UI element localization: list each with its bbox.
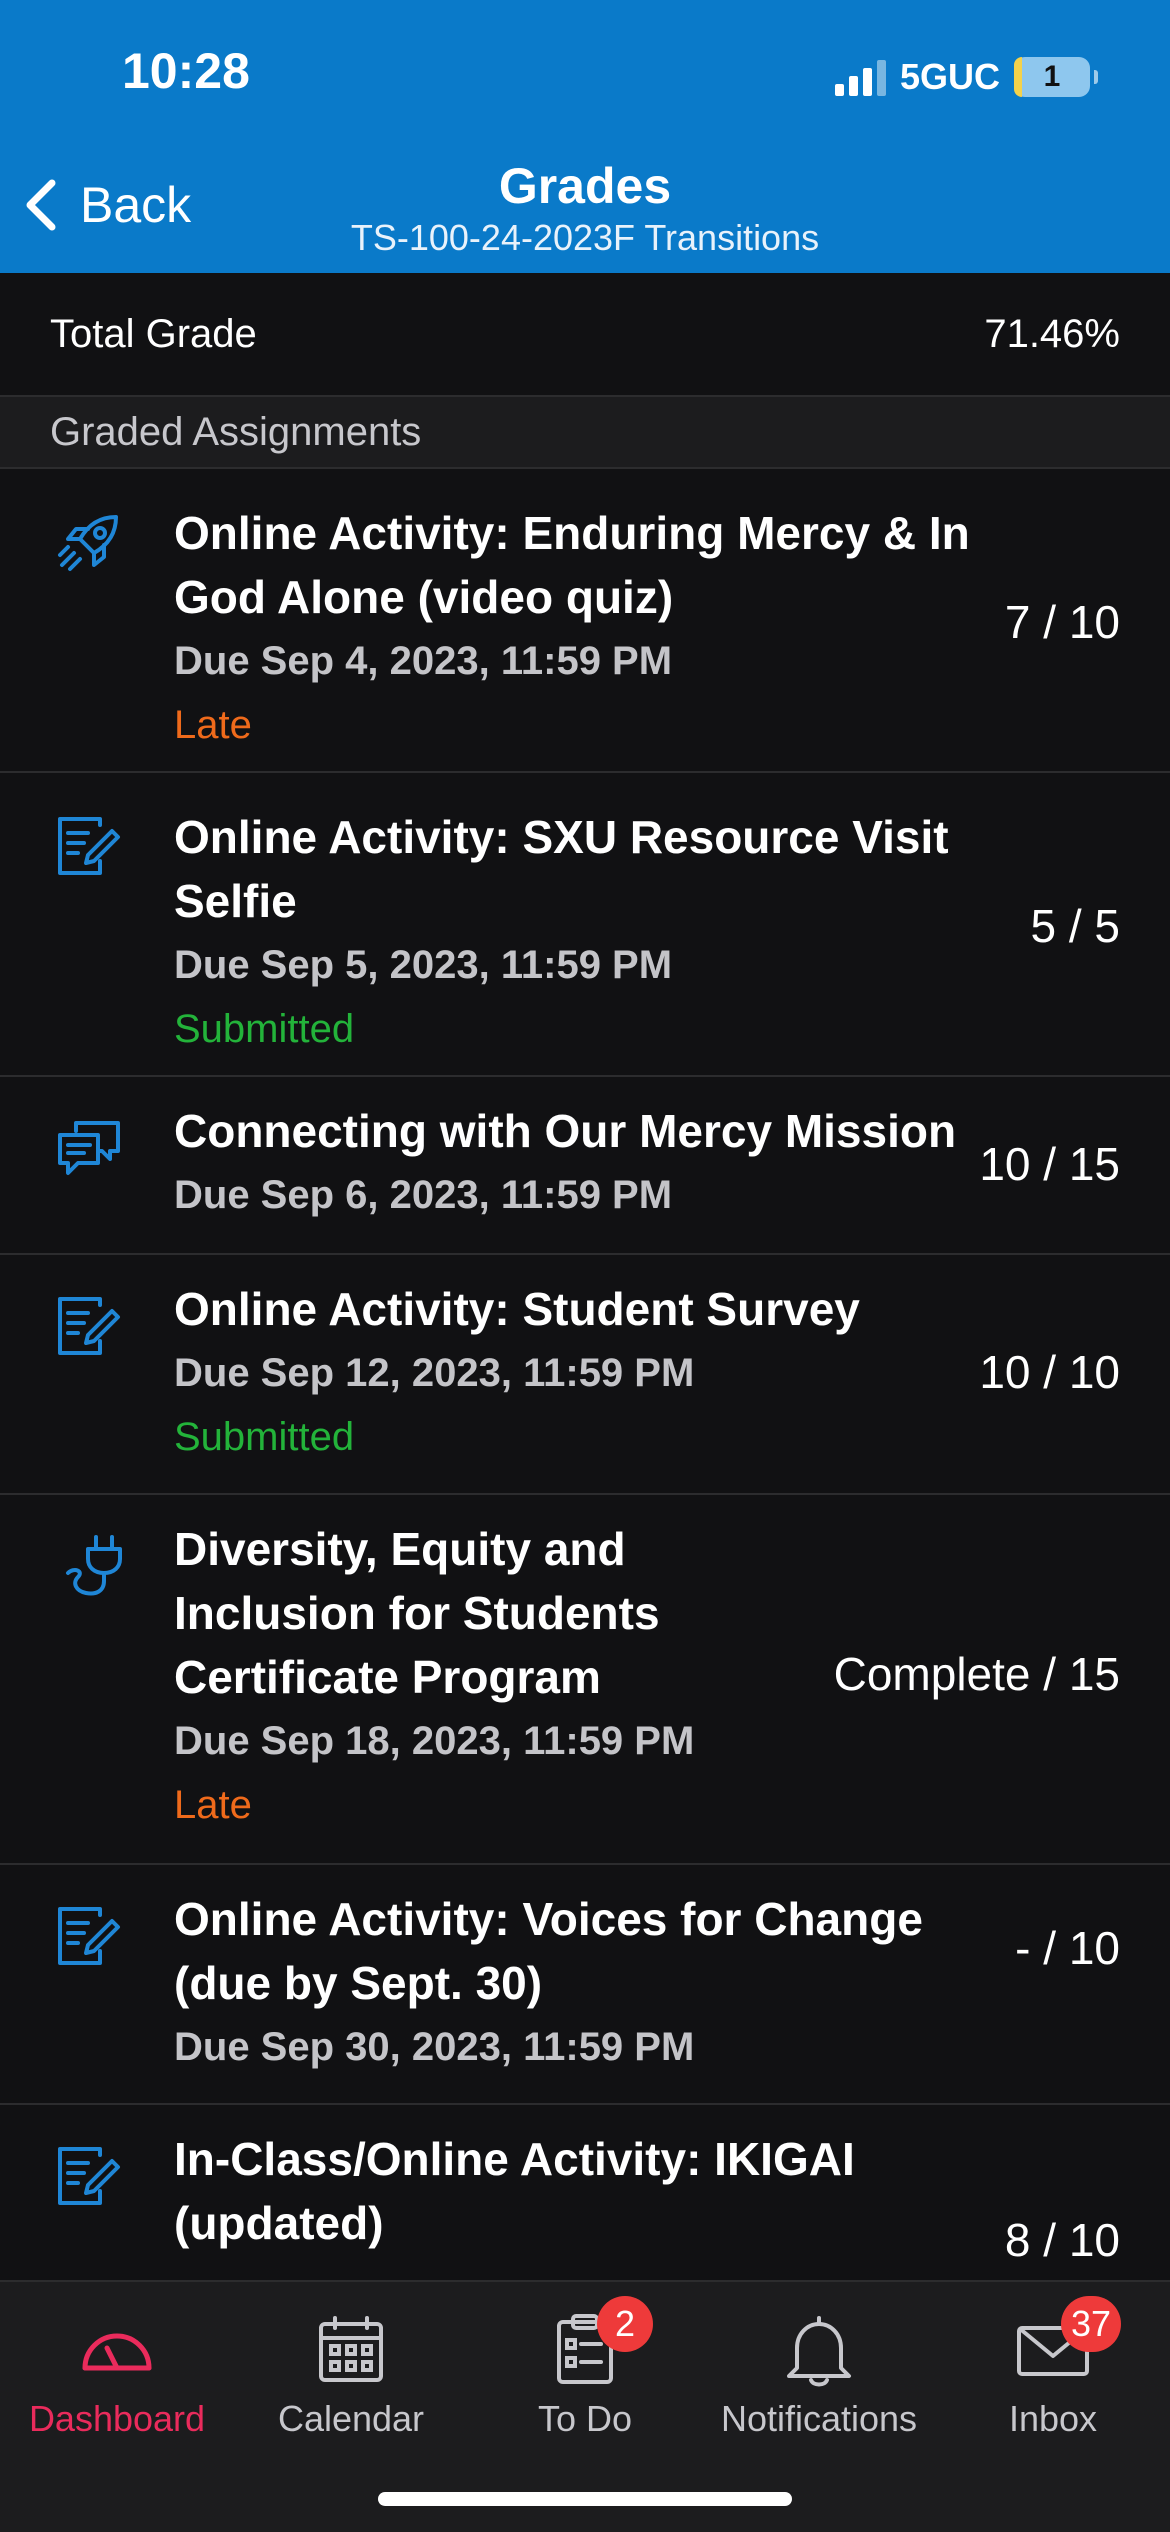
tab-calendar[interactable]: Calendar	[234, 2310, 468, 2440]
assignment-status: Late	[174, 703, 252, 747]
section-label: Graded Assignments	[50, 409, 422, 454]
assignment-score: 5 / 5	[1030, 900, 1120, 952]
assignment-score: Complete / 15	[833, 1648, 1120, 1700]
mail-icon: 37	[1013, 2296, 1121, 2390]
total-grade-row: Total Grade 71.46%	[0, 273, 1170, 397]
assignment-score: 10 / 10	[979, 1346, 1120, 1398]
assignment-edit-icon	[54, 811, 124, 881]
assignment-text: Diversity, Equity and Inclusion for Stud…	[174, 1517, 734, 1837]
cellular-signal-icon	[834, 58, 886, 96]
nav-header: 10:28 5GUC 1 Back Grades TS-100-24-2023F…	[0, 0, 1170, 273]
network-type: 5GUC	[899, 56, 1000, 97]
todo-clipboard-icon: 2	[545, 2296, 653, 2390]
assignment-edit-icon	[54, 1291, 124, 1361]
status-time: 10:28	[122, 43, 250, 99]
assignment-text: Online Activity: Enduring Mercy & In God…	[174, 501, 984, 757]
assignment-row[interactable]: Connecting with Our Mercy Mission Due Se…	[0, 1077, 1170, 1255]
rocket-icon	[54, 509, 124, 579]
discussion-icon	[54, 1113, 124, 1183]
tab-notifications[interactable]: Notifications	[702, 2310, 936, 2440]
assignment-text: Online Activity: Voices for Change (due …	[174, 1887, 984, 2079]
plug-icon	[54, 1531, 124, 1601]
tab-inbox[interactable]: 37 Inbox	[936, 2296, 1170, 2440]
section-header: Graded Assignments	[0, 397, 1170, 469]
inbox-badge: 37	[1060, 2296, 1121, 2352]
assignment-text: In-Class/Online Activity: IKIGAI (update…	[174, 2127, 984, 2255]
tab-label: Notifications	[720, 2398, 918, 2439]
tab-label: Calendar	[277, 2398, 425, 2439]
course-subtitle: TS-100-24-2023F Transitions	[350, 217, 820, 258]
assignment-title: Connecting with Our Mercy Mission	[174, 1105, 957, 1157]
tab-todo[interactable]: 2 To Do	[468, 2296, 702, 2440]
battery-icon: 1	[1014, 57, 1098, 97]
total-grade-label: Total Grade	[50, 311, 257, 356]
tab-label: Dashboard	[28, 2398, 206, 2439]
assignment-row[interactable]: Online Activity: SXU Resource Visit Self…	[0, 773, 1170, 1077]
assignment-row[interactable]: Online Activity: Voices for Change (due …	[0, 1865, 1170, 2105]
home-indicator[interactable]	[378, 2492, 792, 2506]
dashboard-gauge-icon	[77, 2310, 157, 2390]
total-grade-value: 71.46%	[984, 311, 1120, 356]
assignment-status: Submitted	[174, 1007, 355, 1051]
assignment-title: Online Activity: Voices for Change (due …	[174, 1893, 923, 2009]
assignment-title: Online Activity: SXU Resource Visit Self…	[174, 811, 949, 927]
assignment-edit-icon	[54, 1901, 124, 1971]
assignment-score: 7 / 10	[1004, 596, 1120, 648]
assignment-edit-icon	[54, 2141, 124, 2211]
tab-label: Inbox	[1008, 2398, 1098, 2439]
assignment-due: Due Sep 18, 2023, 11:59 PM	[174, 1719, 695, 1763]
title-block: Grades TS-100-24-2023F Transitions	[0, 156, 1170, 260]
assignment-title: Diversity, Equity and Inclusion for Stud…	[174, 1523, 660, 1703]
todo-badge: 2	[597, 2296, 653, 2352]
assignment-score: - / 10	[1015, 1922, 1120, 1974]
assignment-due: Due Sep 6, 2023, 11:59 PM	[174, 1173, 673, 1217]
assignment-title: In-Class/Online Activity: IKIGAI (update…	[174, 2133, 855, 2249]
assignment-score: 10 / 15	[979, 1138, 1120, 1190]
assignment-row[interactable]: In-Class/Online Activity: IKIGAI (update…	[0, 2105, 1170, 2280]
assignment-status: Late	[174, 1783, 252, 1827]
assignment-status: Submitted	[174, 1415, 355, 1459]
tab-label: To Do	[537, 2398, 633, 2439]
assignment-text: Online Activity: SXU Resource Visit Self…	[174, 805, 984, 1061]
assignment-score: 8 / 10	[1004, 2214, 1120, 2266]
assignment-text: Connecting with Our Mercy Mission Due Se…	[174, 1099, 1014, 1227]
tab-dashboard[interactable]: Dashboard	[0, 2310, 234, 2440]
assignment-due: Due Sep 5, 2023, 11:59 PM	[174, 943, 673, 987]
tab-bar: Dashboard Calendar 2 To Do Notifications…	[0, 2280, 1170, 2532]
assignment-title: Online Activity: Student Survey	[174, 1283, 860, 1335]
assignment-text: Online Activity: Student Survey Due Sep …	[174, 1277, 984, 1469]
calendar-icon	[311, 2310, 391, 2390]
battery-level: 1	[1043, 60, 1061, 93]
bell-icon	[779, 2310, 859, 2390]
assignment-due: Due Sep 4, 2023, 11:59 PM	[174, 639, 673, 683]
assignment-row[interactable]: Online Activity: Enduring Mercy & In God…	[0, 469, 1170, 773]
assignment-due: Due Sep 12, 2023, 11:59 PM	[174, 1351, 695, 1395]
assignment-list: Online Activity: Enduring Mercy & In God…	[0, 469, 1170, 2280]
page-title: Grades	[498, 158, 672, 214]
assignment-row[interactable]: Online Activity: Student Survey Due Sep …	[0, 1255, 1170, 1495]
assignment-due: Due Sep 30, 2023, 11:59 PM	[174, 2025, 695, 2069]
status-indicators: 5GUC 1	[834, 52, 1098, 102]
assignment-title: Online Activity: Enduring Mercy & In God…	[174, 507, 970, 623]
assignment-row[interactable]: Diversity, Equity and Inclusion for Stud…	[0, 1495, 1170, 1865]
